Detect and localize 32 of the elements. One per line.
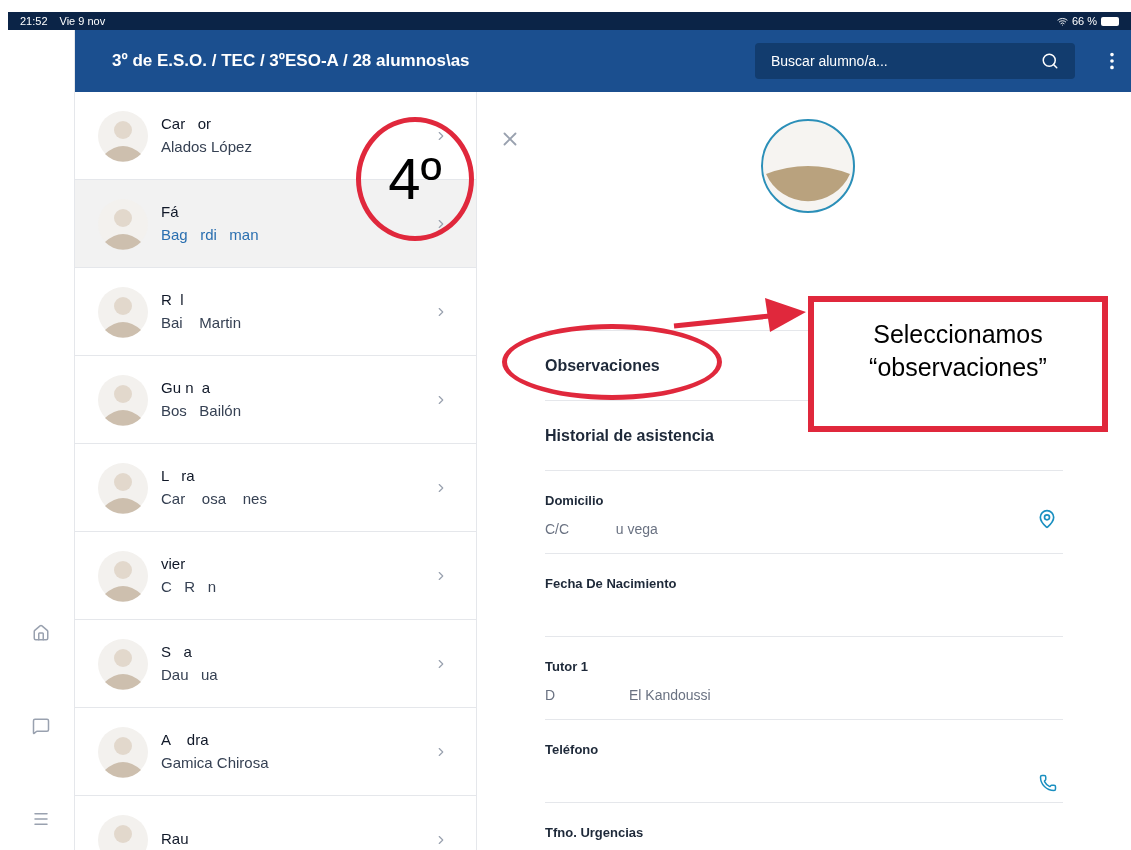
search-field[interactable]: Buscar alumno/a... bbox=[755, 43, 1075, 79]
field-label: Teléfono bbox=[545, 741, 600, 759]
detail-link[interactable]: Historial de asistencia bbox=[545, 423, 714, 448]
status-date: Vie 9 nov bbox=[59, 13, 106, 29]
student-first-name: Fá bbox=[161, 202, 180, 222]
callout-text: Seleccionamos “observaciones” bbox=[868, 319, 1048, 383]
status-time: 21:52 bbox=[20, 13, 48, 29]
student-first-name: R l bbox=[161, 290, 185, 310]
student-first-name: Car or bbox=[161, 114, 212, 134]
student-last-name: Gamica Chirosa bbox=[161, 752, 270, 773]
field-label: Domicilio bbox=[545, 492, 605, 510]
student-first-name: vier bbox=[161, 554, 187, 574]
student-first-name: L ra bbox=[161, 466, 196, 486]
student-last-name: Car osa nes bbox=[161, 488, 268, 509]
student-last-name: Bag rdi man bbox=[161, 224, 260, 245]
field-label: Tutor 1 bbox=[545, 658, 590, 676]
student-first-name: S a bbox=[161, 642, 193, 662]
student-last-name: Bai Martin bbox=[161, 312, 243, 333]
student-first-name: A dra bbox=[161, 730, 210, 750]
field-value: C/C u vega bbox=[545, 519, 659, 539]
header-title: 3º de E.S.O. / TEC / 3ºESO-A / 28 alumnos\as bbox=[112, 50, 471, 73]
student-last-name: Dau ua bbox=[161, 664, 219, 685]
battery-level: 66 % bbox=[1071, 13, 1097, 29]
field-value: D El Kandoussi bbox=[545, 685, 712, 705]
student-first-name: Rau bbox=[161, 829, 190, 850]
student-last-name: Bos Bailón bbox=[161, 400, 243, 421]
field-label: Tfno. Urgencias bbox=[545, 824, 645, 842]
student-last-name: Alados López bbox=[161, 136, 253, 157]
field-label: Fecha De Nacimiento bbox=[545, 575, 678, 593]
detail-link[interactable]: Observaciones bbox=[545, 353, 660, 378]
student-last-name: C R n bbox=[161, 576, 217, 597]
student-first-name: Gu n a bbox=[161, 378, 212, 398]
